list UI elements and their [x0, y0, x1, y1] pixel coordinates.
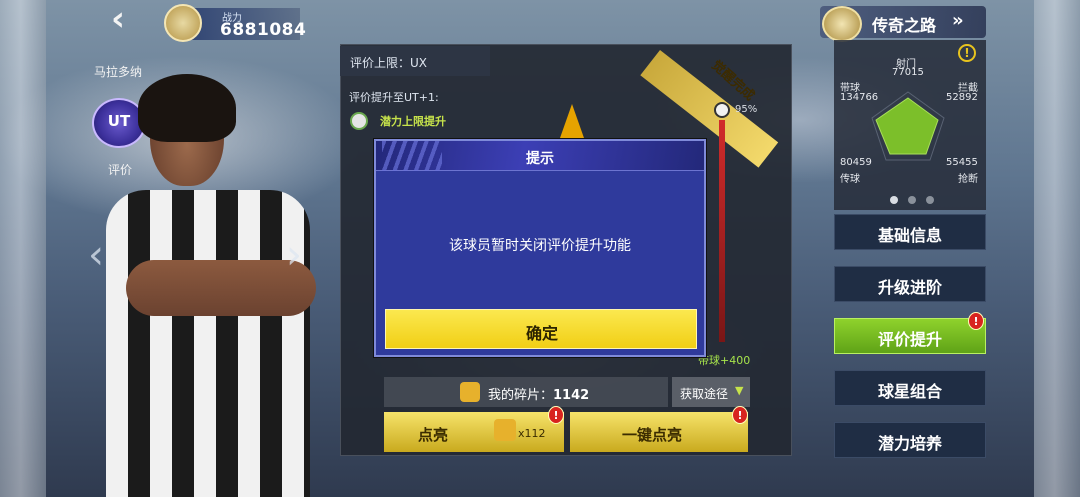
player-hair: [138, 74, 236, 142]
alert-badge-icon: !: [548, 406, 564, 424]
one-key-light-label: 一键点亮: [622, 426, 683, 444]
stats-radar-chart: [871, 91, 945, 161]
light-up-label: 点亮: [418, 426, 449, 444]
stat-tackle-value: 55455: [946, 157, 978, 168]
menu-level-up[interactable]: 升级进阶: [834, 266, 986, 302]
alert-badge-icon: !: [968, 312, 984, 330]
stat-pass-label: 传球: [840, 174, 860, 185]
top-bar: ‹ 战力 6881084 传奇之路 »: [0, 0, 1080, 44]
confirm-button-label: 确定: [525, 324, 558, 343]
chevron-down-icon: ▼: [735, 384, 744, 397]
confirm-button[interactable]: 确定: [385, 309, 697, 349]
back-button[interactable]: ‹: [96, 2, 140, 38]
menu-star-combo[interactable]: 球星组合: [834, 370, 986, 406]
obtain-button-label: 获取途径: [680, 387, 729, 401]
menu-level-up-label: 升级进阶: [877, 278, 942, 297]
fragments-text: 我的碎片：1142: [488, 384, 589, 403]
rating-upgrade-text: 评价提升至UT+1:: [349, 91, 439, 104]
dialog-message: 该球员暂时关闭评价提升功能: [449, 238, 631, 254]
fragments-value: 1142: [553, 388, 590, 403]
stat-intercept-value: 52892: [946, 92, 978, 103]
pager-dot-active[interactable]: [890, 196, 898, 204]
legend-badge-icon: [822, 6, 862, 42]
menu-star-combo-label: 球星组合: [877, 382, 942, 401]
pager-dot[interactable]: [926, 196, 934, 204]
player-model: [100, 72, 316, 497]
pager-dot[interactable]: [908, 196, 916, 204]
stat-shoot-value: 77015: [892, 67, 924, 78]
stat-tackle-label: 抢断: [958, 174, 978, 185]
ball-icon: [714, 102, 730, 118]
puzzle-piece-icon: [460, 382, 480, 402]
rating-limit-text: 评价上限：UX: [350, 56, 428, 70]
potential-icon: [350, 112, 368, 130]
background-pillar-left: [0, 0, 46, 497]
trophy-cone-icon: [560, 104, 584, 138]
menu-potential-training-label: 潜力培养: [877, 434, 942, 453]
dialog-header: 提示: [376, 141, 704, 171]
menu-rating-upgrade[interactable]: 评价提升: [834, 318, 986, 354]
double-chevron-right-icon: »: [952, 10, 964, 31]
player-jersey: [106, 190, 310, 497]
alert-badge-icon: !: [732, 406, 748, 424]
fragments-label: 我的碎片：: [488, 388, 554, 403]
info-warning-icon[interactable]: !: [958, 44, 976, 62]
notice-dialog: 提示 该球员暂时关闭评价提升功能 确定: [374, 139, 706, 357]
menu-potential-training[interactable]: 潜力培养: [834, 422, 986, 458]
potential-text: 潜力上限提升: [380, 115, 446, 128]
power-value: 6881084: [220, 20, 307, 40]
puzzle-cost-count: x112: [518, 427, 546, 440]
puzzle-cost-icon: [494, 419, 516, 441]
menu-rating-upgrade-label: 评价提升: [877, 330, 942, 349]
menu-basic-info-label: 基础信息: [877, 226, 942, 245]
dialog-title: 提示: [526, 151, 554, 167]
next-player-icon[interactable]: ›: [286, 232, 302, 278]
legend-road-label: 传奇之路: [872, 16, 937, 35]
menu-basic-info[interactable]: 基础信息: [834, 214, 986, 250]
progress-bar: [719, 120, 725, 342]
background-pillar-right: [1034, 0, 1080, 497]
power-icon: [164, 4, 202, 42]
progress-percent: 95%: [735, 104, 758, 115]
previous-player-icon[interactable]: ‹: [88, 232, 104, 278]
